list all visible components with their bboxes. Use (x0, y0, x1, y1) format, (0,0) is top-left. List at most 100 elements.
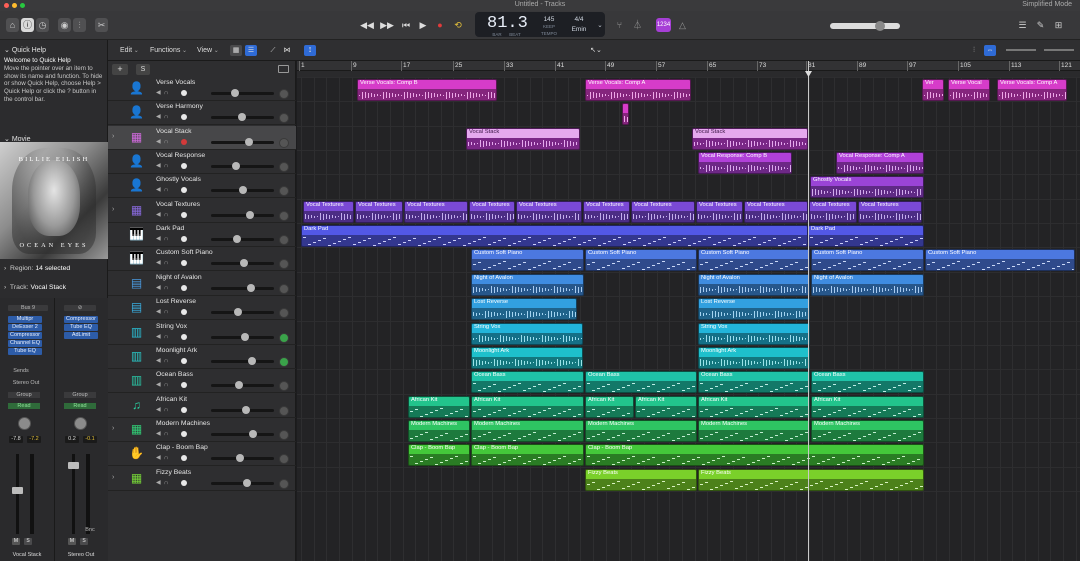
region[interactable]: Night of Avalon (471, 273, 584, 296)
track-volume-knob[interactable] (240, 259, 248, 268)
solo-button[interactable]: S (24, 538, 32, 545)
region[interactable]: Ocean Bass (471, 371, 584, 394)
region[interactable]: Clap - Boom Bap (408, 444, 470, 467)
mute-icon[interactable]: ◀ (156, 381, 164, 388)
region[interactable]: Modern Machines (471, 419, 584, 442)
key-signature[interactable]: Emin (567, 26, 591, 33)
track-volume-slider[interactable] (211, 359, 274, 363)
disclosure-triangle-icon[interactable]: › (112, 425, 114, 432)
volume-fader-track[interactable] (16, 454, 19, 534)
group-slot[interactable]: Group (64, 392, 96, 398)
input-monitor-button[interactable] (181, 284, 187, 291)
track-header[interactable]: 👤 Vocal Response ◀∩ (108, 150, 296, 175)
track-volume-knob[interactable] (242, 405, 250, 414)
region[interactable]: Custom Soft Piano (811, 249, 924, 272)
region[interactable]: String Vox (698, 322, 810, 345)
input-slot[interactable]: Bus 9 (8, 305, 48, 311)
pan-knob[interactable] (279, 162, 289, 173)
region[interactable]: Moonlight Ark (698, 346, 810, 369)
track-name[interactable]: Night of Avalon (156, 274, 202, 281)
track-volume-slider[interactable] (211, 432, 274, 436)
input-monitor-button[interactable] (181, 211, 187, 218)
tuner-button[interactable]: ⑂ (613, 18, 626, 32)
pan-knob[interactable] (279, 478, 289, 489)
pan-knob[interactable] (279, 308, 289, 319)
mute-button[interactable]: M (12, 538, 20, 545)
mute-icon[interactable]: ◀ (156, 259, 164, 266)
headphones-icon[interactable]: ∩ (164, 284, 171, 291)
track-header[interactable]: 🎹 Dark Pad ◀∩ (108, 223, 296, 248)
track-volume-knob[interactable] (232, 162, 240, 171)
plugin-slot[interactable]: DeEsser 2 (8, 324, 42, 331)
region[interactable]: African Kit (471, 395, 584, 418)
catch-button[interactable]: ⟟ (304, 45, 316, 56)
mute-icon[interactable]: ◀ (156, 357, 164, 364)
lcd-display[interactable]: 81.3 BAR BEAT 145 KEEP TEMPO 4/4 Emin ⌄ (475, 12, 605, 37)
region[interactable]: Modern Machines (585, 419, 697, 442)
pan-knob[interactable] (279, 356, 289, 367)
track-volume-knob[interactable] (249, 429, 257, 438)
region[interactable]: Ghostly Vocals (810, 176, 924, 199)
region[interactable]: Vocal Textures (696, 200, 743, 223)
master-volume-knob[interactable] (875, 21, 885, 31)
headphones-icon[interactable]: ∩ (164, 430, 171, 437)
link-button[interactable]: ⊘ (64, 305, 96, 311)
region[interactable]: Lost Reverse (698, 298, 810, 321)
region[interactable]: Vocal Textures (631, 200, 695, 223)
track-volume-knob[interactable] (248, 356, 256, 365)
go-to-start-button[interactable]: ⏮ (399, 19, 413, 31)
headphones-icon[interactable]: ∩ (164, 454, 171, 461)
bounce-button[interactable]: Bnc (82, 527, 98, 533)
input-monitor-button[interactable] (181, 357, 187, 364)
track-volume-knob[interactable] (235, 381, 243, 390)
automation-button[interactable]: ⟋ (267, 45, 279, 56)
track-header[interactable]: › ▦ Vocal Textures ◀∩ (108, 199, 296, 223)
track-name[interactable]: Verse Vocals (156, 79, 195, 86)
track-buttons[interactable]: ◀∩ (156, 235, 196, 244)
input-monitor-button[interactable] (181, 90, 187, 96)
editors-button[interactable]: ✂ (95, 18, 108, 32)
track-name[interactable]: Modern Machines (156, 420, 210, 427)
region-inspector-row[interactable]: › Region: 14 selected (4, 265, 70, 272)
region[interactable]: Ocean Bass (811, 371, 924, 394)
sends-label[interactable]: Sends (8, 368, 34, 374)
record-enable-button[interactable] (181, 138, 187, 145)
track-volume-knob[interactable] (241, 332, 249, 341)
region[interactable]: Dark Pad (301, 225, 808, 248)
volume-fader[interactable] (12, 487, 23, 494)
track-name[interactable]: Dark Pad (156, 225, 184, 232)
library-button[interactable]: ⌂ (6, 18, 19, 32)
track-header[interactable]: › ▦ Vocal Stack ◀∩ (108, 125, 296, 150)
mute-icon[interactable]: ◀ (156, 406, 164, 413)
track-header[interactable]: 👤 Verse Harmony ◀∩ (108, 101, 296, 126)
record-button[interactable]: ● (433, 19, 447, 31)
disclosure-triangle-icon[interactable]: › (112, 474, 114, 481)
track-header[interactable]: ✋ Clap - Boom Bap ◀∩ (108, 442, 296, 467)
input-monitor-button[interactable] (181, 163, 187, 170)
global-tracks-button[interactable]: S (136, 64, 150, 75)
track-volume-slider[interactable] (211, 92, 274, 95)
track-name[interactable]: Vocal Stack (156, 128, 192, 135)
track-name[interactable]: Moonlight Ark (156, 347, 197, 354)
track-name[interactable]: African Kit (156, 396, 187, 403)
plugin-slot[interactable]: Multipr (8, 316, 42, 323)
master-volume-slider[interactable] (830, 21, 900, 31)
waveform-zoom-button[interactable]: ⫶ (968, 45, 980, 56)
automation-mode[interactable]: Read (8, 403, 40, 409)
pan-knob[interactable] (279, 137, 289, 148)
view-menu[interactable]: View (195, 45, 221, 56)
track-volume-knob[interactable] (234, 308, 242, 317)
zoom-fit-button[interactable]: ⇔ (984, 45, 996, 56)
region[interactable]: Verse Vocal (948, 79, 990, 101)
headphones-icon[interactable]: ∩ (164, 235, 171, 242)
region[interactable]: Vocal Textures (404, 200, 468, 223)
pointer-tool-menu[interactable]: ↖⌄ (586, 45, 606, 56)
headphones-icon[interactable]: ∩ (164, 406, 171, 413)
region[interactable]: Modern Machines (698, 419, 810, 442)
count-in-button[interactable]: ⏃ (631, 18, 644, 32)
track-volume-knob[interactable] (247, 283, 255, 292)
track-name[interactable]: Fizzy Beats (156, 469, 191, 476)
track-header[interactable]: ▤ Lost Reverse ◀∩ (108, 296, 296, 321)
headphones-icon[interactable]: ∩ (164, 113, 171, 120)
region[interactable]: Verse Vocals: Comp A (585, 79, 691, 101)
